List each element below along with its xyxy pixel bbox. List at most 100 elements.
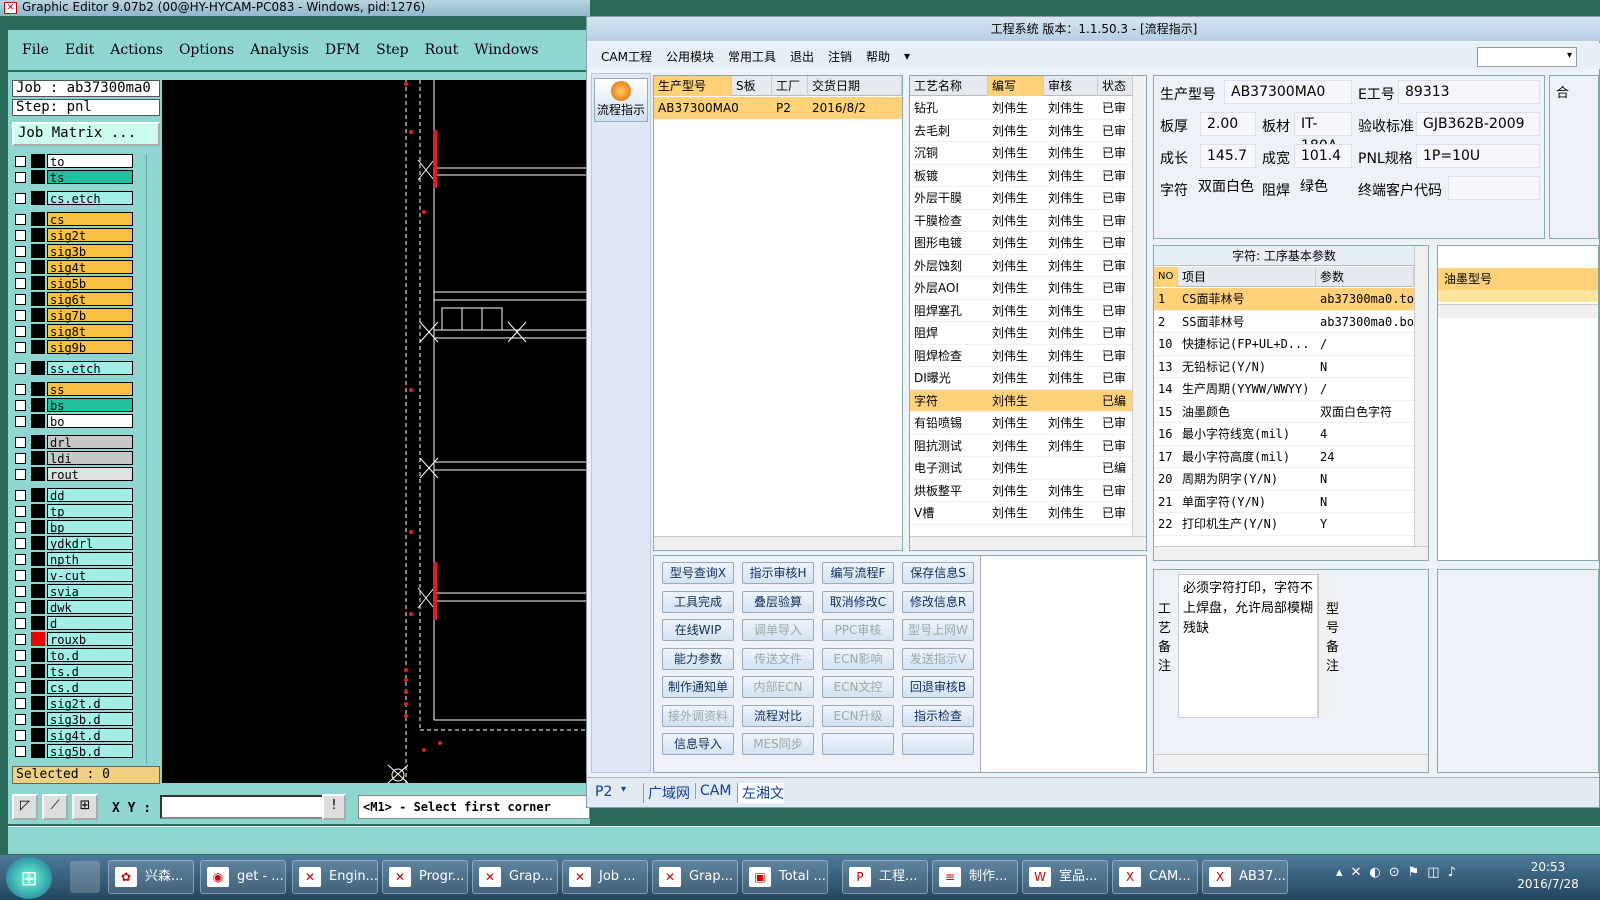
job-matrix-button[interactable]: Job Matrix ... [12,122,160,146]
layer-item[interactable]: to [15,154,133,169]
col-model[interactable]: 生产型号 [654,76,732,96]
layer-item[interactable]: sig2t.d [15,696,133,711]
layer-checkbox[interactable] [15,399,26,411]
layer-item[interactable]: sig3b.d [15,712,133,727]
table-row[interactable]: 10 快捷标记(FP+UL+D... / [1154,333,1414,356]
menu-windows[interactable]: Windows [474,42,538,58]
value-customer-code[interactable] [1448,176,1540,200]
layer-item[interactable]: v-cut [15,568,133,583]
action-button[interactable]: 发送指示V [902,647,974,670]
table-row[interactable]: 有铅喷锡 刘伟生 刘伟生 已审 [910,412,1132,435]
col-s-board[interactable]: S板 [732,76,772,96]
action-button[interactable]: ECN升级 [822,704,894,727]
layer-checkbox[interactable] [15,261,26,273]
action-button[interactable] [822,733,894,755]
col-param[interactable]: 参数 [1316,267,1414,287]
tray-icons[interactable]: ▴✕◐⊙⚑◫♪ [1336,865,1496,889]
col-factory[interactable]: 工厂 [772,76,808,96]
layer-item[interactable]: ss.etch [15,361,133,376]
action-button[interactable]: 信息导入 [662,733,734,755]
layer-checkbox[interactable] [15,745,26,757]
table-row[interactable]: 外层蚀刻 刘伟生 刘伟生 已审 [910,255,1132,277]
layer-scrollbar[interactable] [146,154,158,764]
col-writer[interactable]: 编写 [988,76,1044,96]
layer-item[interactable]: d [15,616,133,631]
taskbar-item[interactable]: ✕ Grap... [472,860,558,894]
table-row[interactable]: 图形电镀 刘伟生 刘伟生 已审 [910,232,1132,255]
table-row[interactable]: 17 最小字符高度(mil) 24 [1154,446,1414,468]
layer-checkbox[interactable] [15,697,26,709]
layer-checkbox[interactable] [15,649,26,661]
clock[interactable]: 20:53 2016/7/28 [1508,859,1588,893]
table-row[interactable]: 干膜检查 刘伟生 刘伟生 已审 [910,210,1132,232]
action-button[interactable]: 取消修改C [822,590,894,613]
value-length[interactable]: 145.7 [1200,144,1256,168]
action-button[interactable]: 调单导入 [742,619,814,641]
layer-checkbox[interactable] [15,245,26,257]
action-button[interactable]: 传送文件 [742,647,814,670]
start-button[interactable]: ⊞ [6,857,52,899]
layer-checkbox[interactable] [15,665,26,677]
action-button[interactable] [902,733,974,755]
action-button[interactable]: 制作通知单 [662,676,734,698]
model-note-text[interactable] [1348,574,1428,718]
taskbar-item[interactable]: ✕ Engin... [292,860,378,894]
menu-cam[interactable]: CAM工程 [601,48,652,65]
table-row[interactable]: 外层AOI 刘伟生 刘伟生 已审 [910,277,1132,300]
menu-actions[interactable]: Actions [110,42,163,58]
layer-item[interactable]: sig6t [15,292,133,307]
layer-item[interactable]: sig2t [15,228,133,243]
xy-input[interactable] [160,795,324,819]
grid-icon[interactable]: ⊞ [72,794,98,820]
table-row[interactable]: 阻抗测试 刘伟生 刘伟生 已审 [910,435,1132,457]
table-row[interactable]: 16 最小字符线宽(mil) 4 [1154,423,1414,446]
layer-checkbox[interactable] [15,681,26,693]
layer-checkbox[interactable] [15,569,26,581]
status-plant[interactable]: P2 [595,784,612,800]
layer-item[interactable]: ss [15,382,133,397]
layer-checkbox[interactable] [15,277,26,289]
table-row[interactable]: 22 打印机生产(Y/N) Y [1154,513,1414,536]
layer-item[interactable]: cs.d [15,680,133,695]
layer-item[interactable]: ts [15,170,133,185]
layer-checkbox[interactable] [15,309,26,321]
order-hscroll[interactable] [654,536,902,550]
process-vscroll[interactable] [1132,76,1146,538]
menu-tools[interactable]: 常用工具 [728,48,776,65]
col-process[interactable]: 工艺名称 [910,76,988,96]
layer-checkbox[interactable] [15,325,26,337]
layer-checkbox[interactable] [15,341,26,353]
value-thickness[interactable]: 2.00 [1200,112,1256,136]
notes-hscroll[interactable] [1154,754,1428,768]
action-button[interactable]: 流程对比 [742,704,814,727]
layer-item[interactable]: sig4t.d [15,728,133,743]
taskbar-item[interactable]: W 室品... [1022,860,1108,894]
taskbar-item[interactable]: ✿ 兴森... [108,860,194,894]
action-button[interactable]: ECN影响 [822,647,894,670]
table-row[interactable]: 15 油墨颜色 双面白色字符 [1154,401,1414,423]
layer-item[interactable]: tp [15,504,133,519]
action-button[interactable]: 工具完成 [662,590,734,613]
layer-item[interactable]: svia [15,584,133,599]
value-width[interactable]: 101.4 [1294,144,1352,168]
layer-item[interactable]: sig7b [15,308,133,323]
table-row[interactable]: 去毛刺 刘伟生 刘伟生 已审 [910,120,1132,142]
layer-checkbox[interactable] [15,468,26,480]
table-row[interactable]: V槽 刘伟生 刘伟生 已审 [910,502,1132,525]
action-button[interactable]: 内部ECN [742,676,814,698]
layer-item[interactable]: bs [15,398,133,413]
ink-header[interactable]: 油墨型号 [1438,268,1598,290]
process-note-text[interactable]: 必须字符打印，字符不上焊盘，允许局部模糊残缺 [1178,574,1318,718]
calculator-icon[interactable] [70,861,100,893]
layer-item[interactable]: to.d [15,648,133,663]
layer-checkbox[interactable] [15,489,26,501]
table-row[interactable]: 20 周期为阴字(Y/N) N [1154,468,1414,491]
value-model[interactable]: AB37300MA0 [1224,80,1352,104]
layer-item[interactable]: ts.d [15,664,133,679]
layer-checkbox[interactable] [15,293,26,305]
table-row[interactable]: 电子测试 刘伟生 已编 [910,457,1132,480]
layer-item[interactable]: sig4t [15,260,133,275]
action-button[interactable]: 回退审核B [902,676,974,698]
taskbar-item[interactable]: ◉ get - ... [200,860,286,894]
action-button[interactable]: 保存信息S [902,562,974,584]
